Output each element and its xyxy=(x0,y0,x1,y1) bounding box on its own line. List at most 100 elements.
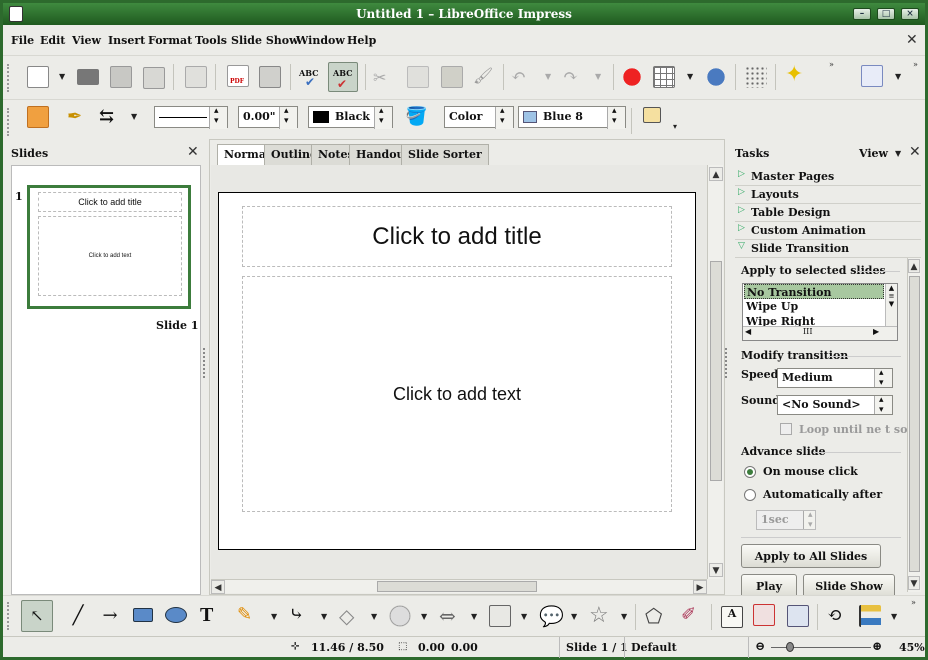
tasks-panel-splitter[interactable] xyxy=(725,348,729,378)
menu-help[interactable]: Help xyxy=(347,34,376,47)
transition-item[interactable]: Wipe Up xyxy=(744,299,884,314)
stars-icon[interactable]: ☆ xyxy=(589,603,611,628)
slide-canvas[interactable]: Click to add title Click to add text xyxy=(218,192,696,550)
select-pointer-icon[interactable]: ↖ xyxy=(21,600,53,632)
text-tool-icon[interactable]: T xyxy=(200,604,222,626)
on-mouse-click-radio[interactable] xyxy=(744,466,756,478)
rotate-icon[interactable]: ⟲ xyxy=(827,605,849,627)
chart-icon[interactable] xyxy=(621,66,643,88)
tasks-scroll-down-icon[interactable]: ▼ xyxy=(908,576,920,590)
export-pdf-icon[interactable]: PDF xyxy=(227,65,249,87)
stars-dropdown-icon[interactable]: ▼ xyxy=(621,612,627,621)
toolbar-grip-3[interactable] xyxy=(7,602,11,630)
section-slide-transition[interactable]: Slide Transition xyxy=(735,240,921,258)
cut-icon[interactable]: ✂ xyxy=(373,68,395,90)
block-arrows-icon[interactable]: ⇔ xyxy=(439,604,461,628)
title-placeholder[interactable]: Click to add title xyxy=(242,206,672,267)
transition-list[interactable]: No Transition Wipe Up Wipe Right ▲ ≡ ▼ ◀ II… xyxy=(742,283,898,341)
autospellcheck-icon[interactable]: ABC ✔ xyxy=(328,62,358,92)
line-color-select[interactable]: Black xyxy=(308,106,393,129)
basic-shapes-dropdown-icon[interactable]: ▼ xyxy=(371,612,377,621)
transition-list-vscroll[interactable]: ▲ ≡ ▼ xyxy=(885,284,897,326)
tab-slide-sorter[interactable]: Slide Sorter xyxy=(401,144,489,165)
gallery-icon[interactable] xyxy=(787,605,809,627)
redo-dropdown-icon[interactable]: ▼ xyxy=(595,72,601,81)
rectangle-tool-icon[interactable] xyxy=(133,608,153,622)
section-table-design[interactable]: Table Design xyxy=(735,204,921,222)
symbol-shapes-icon[interactable] xyxy=(389,605,411,627)
toolbar-grip-2[interactable] xyxy=(7,108,11,136)
new-dropdown-icon[interactable]: ▼ xyxy=(59,72,65,81)
arrow-style-dropdown-icon[interactable]: ▼ xyxy=(131,112,137,121)
clone-formatting-icon[interactable]: 🖌 xyxy=(473,66,495,88)
zoom-out-icon[interactable]: ⊖ xyxy=(755,639,765,653)
slides-panel-close-icon[interactable]: ✕ xyxy=(187,144,199,160)
maximize-button[interactable]: □ xyxy=(877,8,895,20)
menu-tools[interactable]: Tools xyxy=(195,34,227,47)
auto-after-radio[interactable] xyxy=(744,489,756,501)
navigator-icon[interactable] xyxy=(705,66,727,88)
scroll-left-icon[interactable]: ◀ xyxy=(211,580,225,594)
shadow-icon[interactable] xyxy=(643,107,661,123)
line-tool-icon[interactable]: ╱ xyxy=(67,605,89,627)
arrow-style-icon[interactable]: ⇆ xyxy=(99,106,121,128)
horizontal-scrollbar[interactable]: ◀ ▶ xyxy=(211,579,707,594)
fontwork-icon[interactable]: A xyxy=(721,606,743,628)
new-slide-icon[interactable] xyxy=(861,65,883,87)
curve-dropdown-icon[interactable]: ▼ xyxy=(271,612,277,621)
line-style-select[interactable] xyxy=(154,106,228,129)
align-dropdown-icon[interactable]: ▼ xyxy=(891,612,897,621)
open-icon[interactable] xyxy=(77,69,99,85)
tasks-view-dropdown-icon[interactable]: ▼ xyxy=(895,149,901,158)
toolbar-overflow-icon[interactable]: » xyxy=(829,60,834,69)
zoom-slider-thumb[interactable] xyxy=(786,642,794,652)
spellcheck-icon[interactable]: ABC ✔ xyxy=(299,66,321,89)
ellipse-tool-icon[interactable] xyxy=(165,607,187,623)
tasks-scrollbar[interactable]: ▲ ▼ xyxy=(907,258,921,592)
points-icon[interactable]: ⬠ xyxy=(645,604,667,628)
close-document-icon[interactable]: ✕ xyxy=(906,32,918,48)
drawing-toolbar-overflow-icon[interactable]: » xyxy=(911,598,916,607)
transition-list-hscroll[interactable]: ◀ III ▶ xyxy=(743,326,897,340)
area-style-select[interactable]: Color xyxy=(444,106,514,129)
redo-icon[interactable]: ↷ xyxy=(563,66,585,88)
content-placeholder[interactable]: Click to add text xyxy=(242,276,672,512)
menu-slide-show[interactable]: Slide Show xyxy=(231,34,299,47)
line-width-field[interactable]: 0.00" xyxy=(238,106,298,129)
connector-dropdown-icon[interactable]: ▼ xyxy=(321,612,327,621)
apply-all-slides-button[interactable]: Apply to All Slides xyxy=(741,544,881,568)
copy-icon[interactable] xyxy=(407,66,429,88)
section-custom-animation[interactable]: Custom Animation xyxy=(735,222,921,240)
vertical-scroll-thumb[interactable] xyxy=(710,261,722,481)
align-icon[interactable] xyxy=(859,605,881,627)
zoom-percent[interactable]: 45% xyxy=(899,641,925,654)
toolbar-overflow-right-icon[interactable]: » xyxy=(913,60,918,69)
transition-item[interactable]: No Transition xyxy=(744,284,884,299)
menu-format[interactable]: Format xyxy=(148,34,192,47)
vertical-scrollbar[interactable]: ▲ ▼ xyxy=(707,165,723,579)
basic-shapes-icon[interactable]: ◇ xyxy=(339,604,361,628)
callouts-dropdown-icon[interactable]: ▼ xyxy=(571,612,577,621)
menu-insert[interactable]: Insert xyxy=(108,34,145,47)
seconds-field[interactable]: 1sec xyxy=(756,510,816,530)
helplines-icon[interactable]: ✦ xyxy=(785,64,807,86)
area-color-select[interactable]: Blue 8 xyxy=(518,106,626,129)
scroll-up-icon[interactable]: ▲ xyxy=(709,167,723,181)
zoom-in-icon[interactable]: ⊕ xyxy=(872,639,882,653)
connector-tool-icon[interactable]: ⤷ xyxy=(289,604,311,626)
tasks-view-menu[interactable]: View xyxy=(859,147,888,160)
menu-edit[interactable]: Edit xyxy=(40,34,65,47)
tasks-scroll-thumb[interactable] xyxy=(909,276,920,572)
undo-icon[interactable]: ↶ xyxy=(511,66,533,88)
minimize-button[interactable]: – xyxy=(853,8,871,20)
line-arrow-tool-icon[interactable]: → xyxy=(99,605,121,627)
area-fill-icon[interactable]: 🪣 xyxy=(405,106,427,128)
table-dropdown-icon[interactable]: ▼ xyxy=(687,72,693,81)
tasks-scroll-up-icon[interactable]: ▲ xyxy=(908,259,920,273)
slide-thumbnail[interactable]: Click to add title Click to add text xyxy=(27,185,191,309)
glue-points-icon[interactable]: ✐ xyxy=(681,604,703,626)
menu-window[interactable]: Window xyxy=(296,34,345,47)
flowchart-dropdown-icon[interactable]: ▼ xyxy=(521,612,527,621)
scroll-down-icon[interactable]: ▼ xyxy=(709,563,723,577)
callouts-icon[interactable]: 💬 xyxy=(539,604,564,628)
